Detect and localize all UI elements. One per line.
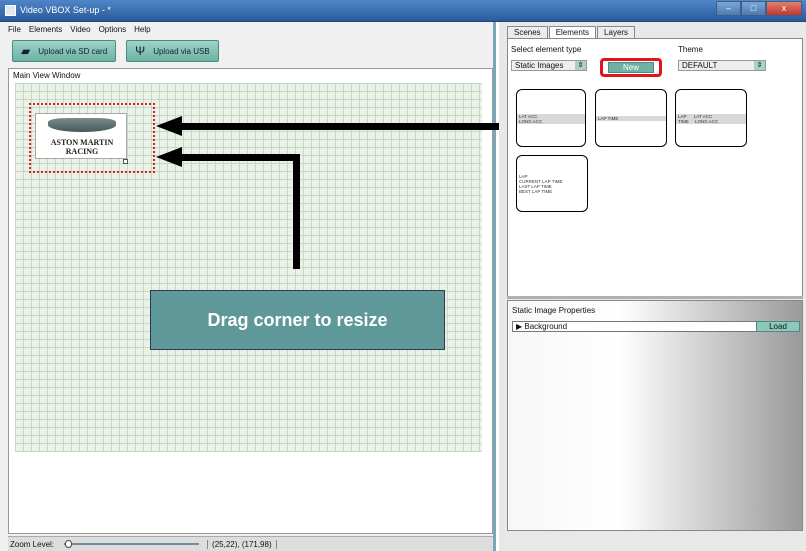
coords-readout: (25,22), (171,98) [207,539,277,549]
element-type-select[interactable]: Static Images ⇕ [511,60,587,71]
upload-usb-label: Upload via USB [153,46,210,56]
chevron-down-icon: ⇕ [575,61,586,70]
toolbar: ▰ Upload via SD card Ψ Upload via USB [12,40,219,62]
element-thumbnail[interactable]: LAP TIME [595,89,667,147]
zoom-thumb[interactable] [65,540,73,548]
upload-sd-button[interactable]: ▰ Upload via SD card [12,40,117,62]
panel-splitter[interactable] [507,296,803,299]
close-button[interactable]: x [766,1,802,16]
image-selection-box[interactable]: ASTON MARTIN RACING [29,103,155,173]
arrow-lower-shaft [180,154,300,161]
menu-file[interactable]: File [8,25,21,37]
elements-panel: Select element type Static Images ⇕ New … [507,38,803,298]
theme-select[interactable]: DEFAULT ⇕ [678,60,766,71]
arrow-lower-riser [293,154,300,269]
element-thumbnail[interactable]: LAT ACC LONG ACC [516,89,586,147]
arrow-upper-head [156,116,182,136]
tab-bar: Scenes Elements Layers [507,26,636,38]
tab-layers[interactable]: Layers [597,26,636,38]
thumbnail-text: LAT ACC LONG ACC [517,114,585,124]
logo-text: ASTON MARTIN RACING [50,138,114,156]
canvas-grid[interactable]: ASTON MARTIN RACING [15,83,482,452]
thumbnail-text: LAP LAT ACC TIME LONG ACC [676,114,746,124]
select-type-label: Select element type [511,45,582,54]
tab-scenes[interactable]: Scenes [507,26,548,38]
theme-value: DEFAULT [682,61,718,70]
upload-usb-button[interactable]: Ψ Upload via USB [126,40,219,62]
element-type-value: Static Images [515,61,564,70]
zoom-bar: Zoom Level: (25,22), (171,98) [8,536,493,551]
new-button-highlight: New [600,58,662,77]
new-button[interactable]: New [608,62,654,73]
sd-card-icon: ▰ [21,44,31,58]
zoom-track [64,543,200,545]
menu-bar: File Elements Video Options Help [8,25,151,37]
zoom-slider[interactable] [64,540,200,548]
resize-handle[interactable] [123,159,128,164]
title-bar: Video VBOX Set-up - * – □ x [0,0,806,22]
aston-martin-logo: ASTON MARTIN RACING [35,113,127,159]
upload-sd-label: Upload via SD card [38,46,108,56]
properties-panel: Static Image Properties ▶ Background Loa… [507,300,803,531]
usb-icon: Ψ [135,44,146,58]
maximize-button[interactable]: □ [741,1,766,16]
window-title: Video VBOX Set-up - * [20,5,111,15]
element-thumbnail[interactable]: LAP LAT ACC TIME LONG ACC [675,89,747,147]
window-controls: – □ x [716,1,802,16]
load-button[interactable]: Load [756,321,800,332]
tab-elements[interactable]: Elements [548,26,597,38]
minimize-button[interactable]: – [716,1,741,16]
main-view-label: Main View Window [13,71,81,80]
menu-video[interactable]: Video [70,25,90,37]
app-icon [5,5,16,16]
theme-label: Theme [678,45,703,54]
wings-emblem-icon [48,118,116,132]
thumbnail-text: LAP TIME [596,116,666,121]
thumbnail-text: LAP CURRENT LAP TIME LAST LAP TIME BEST … [517,174,587,194]
element-thumbnail[interactable]: LAP CURRENT LAP TIME LAST LAP TIME BEST … [516,155,588,212]
properties-title: Static Image Properties [512,306,596,315]
resize-callout: Drag corner to resize [150,290,445,350]
zoom-label: Zoom Level: [10,539,55,549]
right-pane: Scenes Elements Layers Select element ty… [499,22,806,551]
arrow-lower-head [156,147,182,167]
chevron-down-icon: ⇕ [754,61,765,70]
menu-elements[interactable]: Elements [29,25,62,37]
menu-help[interactable]: Help [134,25,150,37]
menu-options[interactable]: Options [99,25,127,37]
left-pane: File Elements Video Options Help ▰ Uploa… [0,22,496,551]
